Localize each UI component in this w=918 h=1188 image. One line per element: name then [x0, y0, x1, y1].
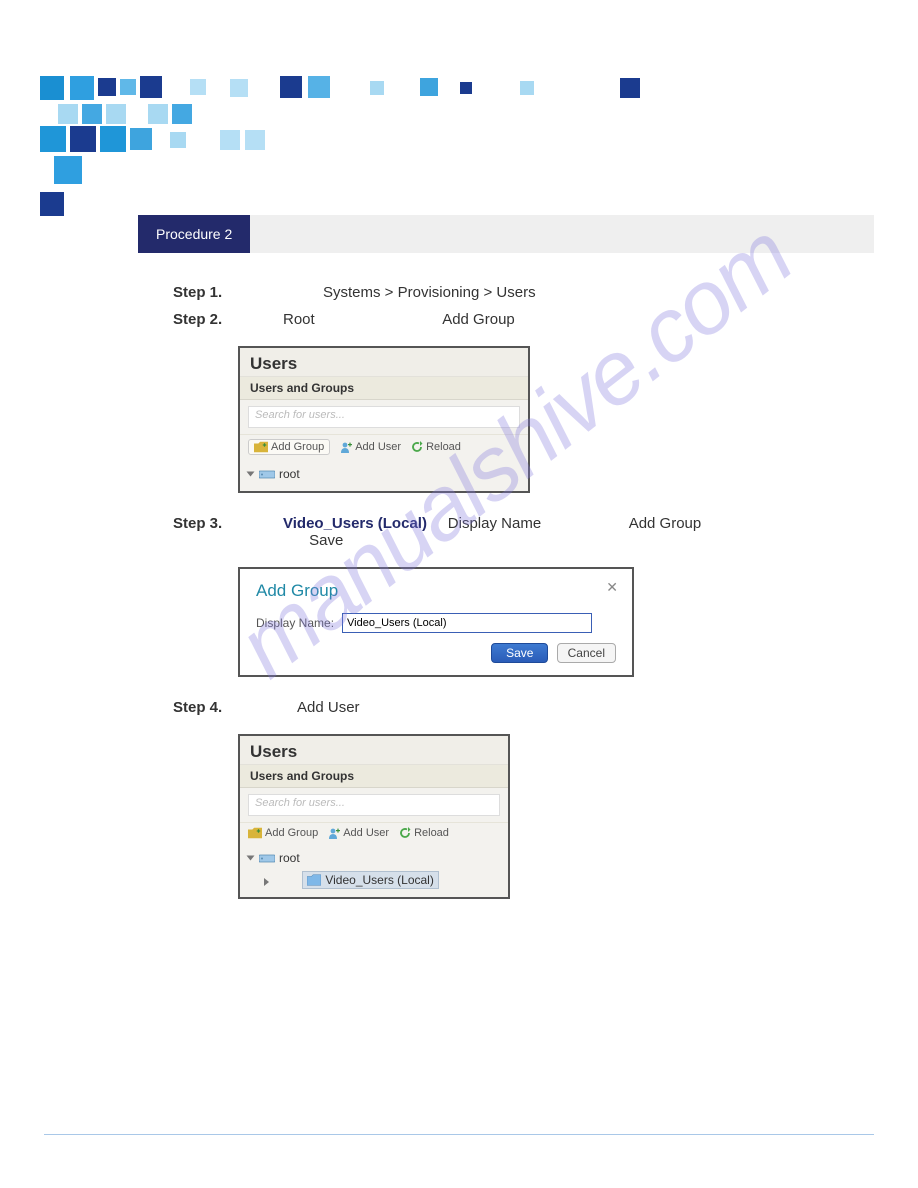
- panel1-subtitle: Users and Groups: [240, 377, 528, 400]
- save-button[interactable]: Save: [491, 643, 548, 663]
- panel3-reload-label: Reload: [414, 827, 449, 839]
- step-1-row: Step 1. Systems > Provisioning > Users: [173, 284, 858, 301]
- panel1-tree: root: [240, 461, 528, 491]
- close-icon[interactable]: ✕: [606, 579, 618, 596]
- folder-plus-icon: [248, 827, 262, 839]
- add-group-dialog: ✕ Add Group Display Name: Save Cancel: [238, 567, 634, 677]
- panel1-add-user-label: Add User: [355, 441, 401, 453]
- step-3-group-name: Video_Users (Local): [283, 515, 427, 532]
- step-2-row: Step 2. Root Add Group: [173, 311, 858, 328]
- panel1-add-group-button[interactable]: Add Group: [248, 439, 330, 455]
- panel3-tree-child-label: Video_Users (Local): [325, 873, 434, 887]
- panel1-reload-button[interactable]: Reload: [411, 441, 461, 453]
- panel1-tree-root[interactable]: root: [248, 465, 520, 483]
- panel3-subtitle: Users and Groups: [240, 765, 508, 788]
- caret-down-icon: [247, 856, 255, 861]
- panel3-tree-root-label: root: [279, 851, 300, 865]
- step-2-add-group: Add Group: [442, 311, 515, 328]
- panel3-add-user-button[interactable]: Add User: [328, 827, 389, 839]
- panel1-add-user-button[interactable]: Add User: [340, 441, 401, 453]
- panel1-search-input[interactable]: Search for users...: [248, 406, 520, 428]
- step-3-body: Video_Users (Local) Display Name Add Gro…: [283, 515, 858, 549]
- panel3-add-group-label: Add Group: [265, 827, 318, 839]
- procedure-header-bar: Procedure 2: [138, 215, 874, 253]
- panel3-add-group-button[interactable]: Add Group: [248, 827, 318, 839]
- panel1-reload-label: Reload: [426, 441, 461, 453]
- user-plus-icon: [328, 827, 340, 839]
- step-2-root: Root: [283, 311, 315, 328]
- step-4-label: Step 4.: [173, 699, 283, 716]
- step-4-add-user: Add User: [283, 699, 858, 716]
- caret-down-icon: [247, 472, 255, 477]
- panel1-toolbar: Add Group Add User Reload: [240, 434, 528, 461]
- step-3-display-name: Display Name: [448, 515, 541, 532]
- dialog-title: Add Group: [256, 581, 616, 601]
- footer-rule: [44, 1134, 874, 1135]
- decorative-squares: [40, 76, 670, 216]
- panel3-tree-root[interactable]: root: [248, 849, 500, 867]
- step-2-body: Root Add Group: [283, 311, 858, 328]
- panel1-title: Users: [240, 348, 528, 377]
- procedure-tab: Procedure 2: [138, 215, 250, 253]
- panel3-search-input[interactable]: Search for users...: [248, 794, 500, 816]
- panel1-tree-root-label: root: [279, 467, 300, 481]
- panel3-tree: root Video_Users (Local): [240, 845, 508, 897]
- users-panel-2: Users Users and Groups Search for users.…: [238, 734, 510, 899]
- panel1-add-group-label: Add Group: [271, 441, 324, 453]
- dialog-field-row: Display Name:: [256, 613, 616, 633]
- cancel-button[interactable]: Cancel: [557, 643, 616, 663]
- drive-icon: [259, 468, 275, 480]
- panel3-add-user-label: Add User: [343, 827, 389, 839]
- users-panel-1: Users Users and Groups Search for users.…: [238, 346, 530, 493]
- step-2-label: Step 2.: [173, 311, 283, 328]
- reload-icon: [411, 441, 423, 453]
- panel3-toolbar: Add Group Add User Reload: [240, 822, 508, 845]
- panel3-tree-child[interactable]: Video_Users (Local): [302, 871, 439, 889]
- folder-plus-icon: [254, 441, 268, 453]
- caret-right-icon: [264, 878, 269, 886]
- reload-icon: [399, 827, 411, 839]
- dialog-field-label: Display Name:: [256, 616, 334, 630]
- display-name-input[interactable]: [342, 613, 592, 633]
- step-3-label: Step 3.: [173, 515, 283, 532]
- panel3-title: Users: [240, 736, 508, 765]
- step-3-row: Step 3. Video_Users (Local) Display Name…: [173, 515, 858, 549]
- user-plus-icon: [340, 441, 352, 453]
- folder-icon: [307, 874, 321, 886]
- drive-icon: [259, 852, 275, 864]
- panel3-reload-button[interactable]: Reload: [399, 827, 449, 839]
- step-3-save: Save: [309, 532, 343, 549]
- step-1-nav: Systems > Provisioning > Users: [283, 284, 858, 301]
- step-3-add-group: Add Group: [629, 515, 702, 532]
- step-4-row: Step 4. Add User: [173, 699, 858, 716]
- step-1-label: Step 1.: [173, 284, 283, 301]
- dialog-buttons: Save Cancel: [256, 643, 616, 663]
